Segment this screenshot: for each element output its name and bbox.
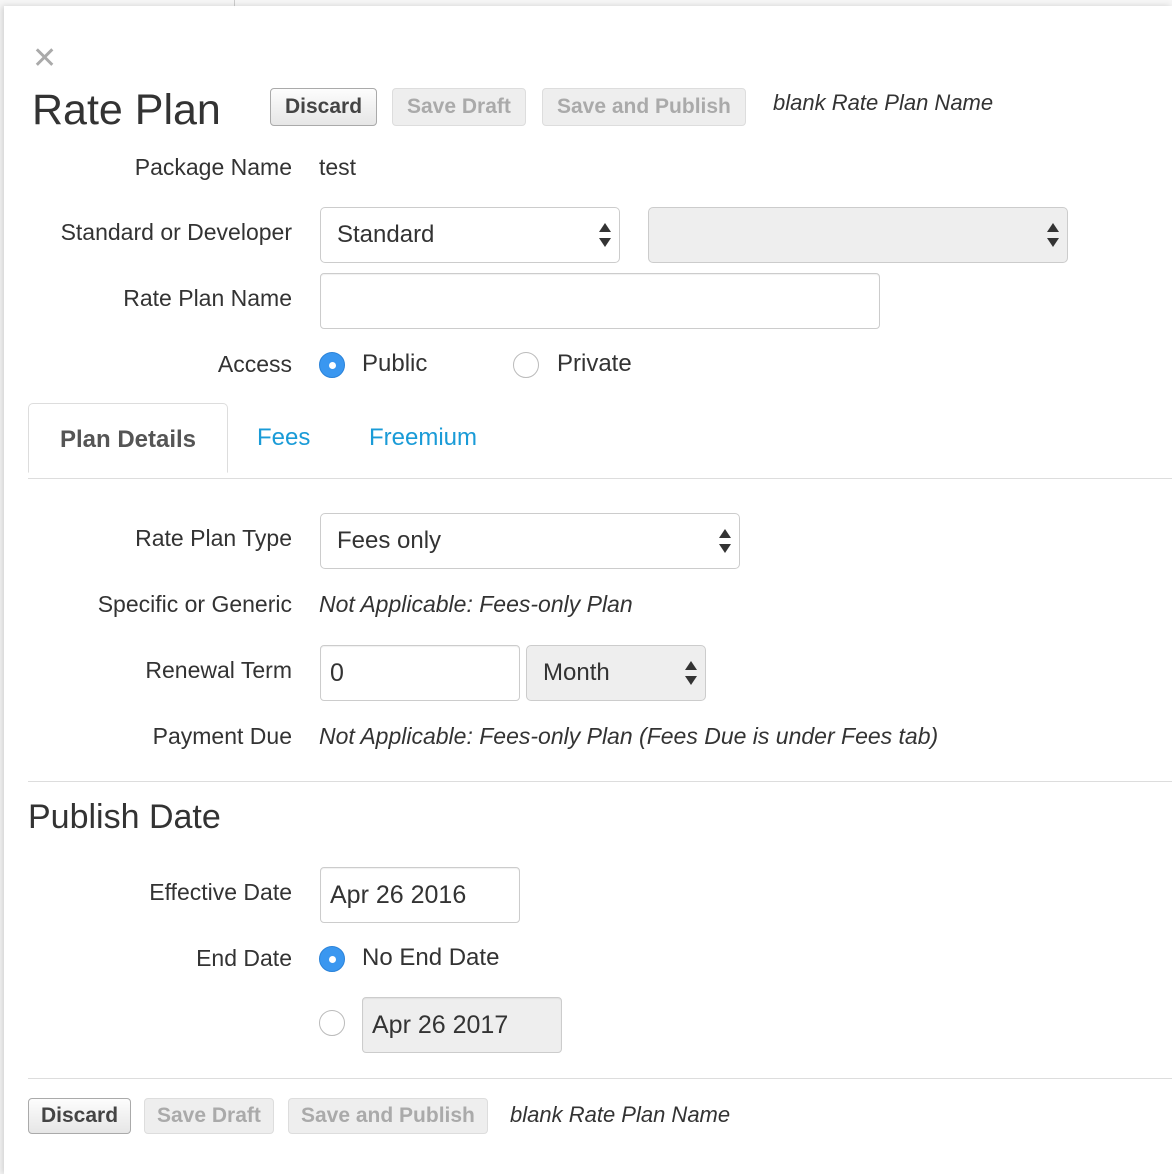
tab-freemium[interactable]: Freemium [369, 424, 477, 452]
close-icon[interactable]: ✕ [32, 44, 57, 74]
save-and-publish-button[interactable]: Save and Publish [542, 88, 746, 126]
tabs-divider [28, 478, 1172, 479]
access-private-label: Private [557, 350, 632, 377]
renewal-term-unit-value: Month [543, 659, 610, 686]
footer-divider [28, 1078, 1172, 1079]
select-arrows-icon [719, 527, 731, 555]
standard-or-developer-select[interactable]: Standard [320, 207, 620, 263]
save-draft-button[interactable]: Save Draft [392, 88, 526, 126]
publish-date-heading: Publish Date [28, 798, 221, 836]
rate-plan-name-label: Rate Plan Name [123, 285, 292, 311]
effective-date-label: Effective Date [149, 879, 292, 905]
select-arrows-icon [685, 659, 697, 687]
standard-or-developer-label: Standard or Developer [60, 219, 292, 245]
package-name-value: test [319, 154, 357, 180]
access-public-radio[interactable] [319, 352, 345, 378]
payment-due-label: Payment Due [152, 723, 292, 749]
developer-select[interactable] [648, 207, 1068, 263]
section-divider [28, 781, 1172, 782]
access-private-radio[interactable] [513, 352, 539, 378]
no-end-date-radio[interactable] [319, 946, 345, 972]
rate-plan-modal: ✕ Rate Plan Discard Save Draft Save and … [4, 6, 1172, 1174]
renewal-term-input[interactable]: 0 [320, 645, 520, 701]
end-date-input[interactable]: Apr 26 2017 [362, 997, 562, 1053]
tab-fees[interactable]: Fees [257, 424, 310, 452]
rate-plan-type-value: Fees only [337, 527, 442, 554]
modal-title: Rate Plan [32, 86, 221, 134]
select-arrows-icon [1047, 221, 1059, 249]
discard-button[interactable]: Discard [270, 88, 378, 126]
rate-plan-type-label: Rate Plan Type [135, 525, 292, 551]
no-end-date-label: No End Date [362, 944, 500, 971]
standard-or-developer-value: Standard [337, 221, 435, 248]
access-public-label: Public [362, 350, 428, 377]
bottom-save-and-publish-button[interactable]: Save and Publish [288, 1098, 488, 1134]
specific-or-generic-label: Specific or Generic [97, 591, 292, 617]
bottom-discard-button[interactable]: Discard [28, 1098, 132, 1134]
access-label: Access [217, 351, 292, 377]
end-date-label: End Date [196, 945, 292, 971]
select-arrows-icon [599, 221, 611, 249]
specific-or-generic-value: Not Applicable: Fees-only Plan [319, 591, 633, 617]
bottom-save-draft-button[interactable]: Save Draft [144, 1098, 274, 1134]
renewal-term-label: Renewal Term [145, 657, 292, 683]
renewal-term-unit-select[interactable]: Month [526, 645, 706, 701]
payment-due-value: Not Applicable: Fees-only Plan (Fees Due… [319, 723, 939, 749]
end-date-radio[interactable] [319, 1010, 345, 1036]
package-name-label: Package Name [134, 154, 292, 180]
bottom-validation-note: blank Rate Plan Name [510, 1102, 731, 1127]
validation-note: blank Rate Plan Name [773, 90, 994, 115]
tab-plan-details[interactable]: Plan Details [28, 403, 228, 473]
effective-date-input[interactable]: Apr 26 2016 [320, 867, 520, 923]
rate-plan-type-select[interactable]: Fees only [320, 513, 740, 569]
rate-plan-name-input[interactable] [320, 273, 880, 329]
